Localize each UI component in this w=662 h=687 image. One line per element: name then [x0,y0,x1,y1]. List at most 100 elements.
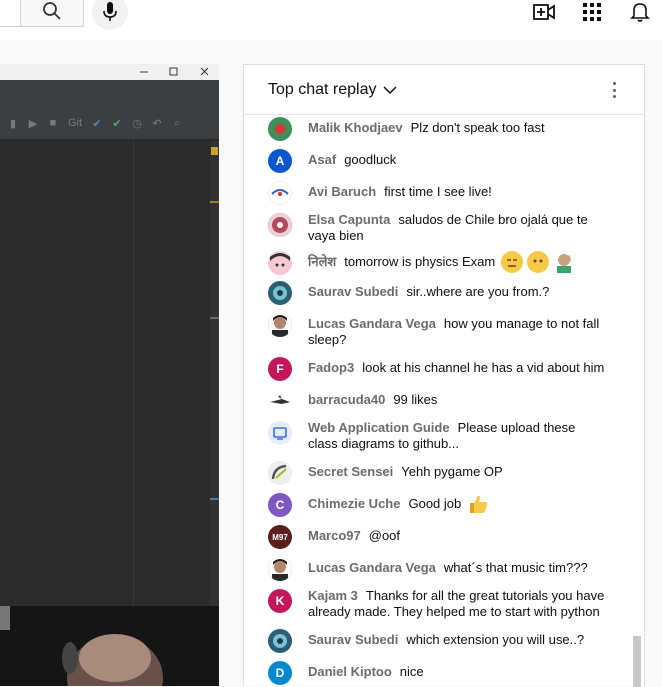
avatar[interactable]: K [268,589,292,613]
ide-scrollbar [210,141,219,606]
author-name[interactable]: Chimezie Uche [308,496,400,512]
chat-message: Malik Khodjaev Plz don't speak too fast [268,117,628,141]
avatar[interactable] [268,181,292,205]
message-text: Yehh pygame OP [401,464,503,479]
chat-message: Saurav Subedi which extension you will us… [268,629,628,653]
author-name[interactable]: निलेश [308,254,336,270]
chat-message: Lucas Gandara Vega how you manage to not … [268,313,628,348]
voice-search-button[interactable] [92,0,128,30]
chat-mode-selector-label[interactable]: Top chat replay [268,81,377,99]
message-text: tomorrow is physics Exam [344,254,496,269]
chat-message: D Daniel Kiptoo nice [268,661,628,685]
avatar[interactable]: M97 [268,525,292,549]
chat-message: निलेश tomorrow is physics Exam [268,249,628,275]
chat-message-list: Malik Khodjaev Plz don't speak too fast A… [244,115,630,687]
history-icon: ◷ [132,117,142,130]
ide-window-titlebar [0,64,219,80]
notifications-button[interactable] [628,2,652,26]
author-name[interactable]: Malik Khodjaev [308,120,403,135]
author-name[interactable]: Daniel Kiptoo [308,664,392,679]
search-input[interactable] [0,0,22,27]
top-bar [0,0,662,40]
message-text: which extension you will use..? [406,632,585,647]
avatar[interactable]: D [268,661,292,685]
create-button[interactable] [532,2,556,26]
author-name[interactable]: Lucas Gandara Vega [308,560,436,575]
chat-message: Saurav Subedi sir..where are you from.? [268,281,628,305]
message-text: sir..where are you from.? [406,284,550,299]
avatar[interactable] [268,213,292,237]
chat-message: F Fadop3 look at his channel he has a vid… [268,357,628,381]
ide-toolbar: ▮ ▶ ■ Git ✔ ✔ ◷ ↶ ⌕ [0,80,219,140]
stop-icon: ■ [49,117,57,129]
author-name[interactable]: Marco97 [308,528,361,543]
video-player[interactable]: ▮ ▶ ■ Git ✔ ✔ ◷ ↶ ⌕ [0,64,219,686]
chat-message: K Kajam 3 Thanks for all the great tutori… [268,585,628,620]
apps-button[interactable] [580,2,604,26]
chat-message: A Asaf goodluck [268,149,628,173]
run-icon: ▶ [28,117,38,130]
message-text: first time I see live! [384,184,492,199]
avatar[interactable] [268,251,292,275]
chat-scrollbar-thumb[interactable] [633,636,641,687]
author-name[interactable]: Elsa Capunta [308,212,390,227]
chat-header: Top chat replay [244,65,644,115]
avatar[interactable] [268,313,292,337]
avatar[interactable] [268,389,292,413]
message-text: @oof [368,528,401,543]
avatar[interactable]: A [268,149,292,173]
mic-icon [103,1,117,27]
commit-icon: ✔ [112,117,122,130]
avatar[interactable] [268,421,292,445]
message-text: 99 likes [393,392,438,407]
chat-scrollbar[interactable] [630,115,644,687]
message-text: goodluck [344,152,397,167]
toolbar-icon: ▮ [9,117,17,130]
author-name[interactable]: Saurav Subedi [308,284,398,299]
chat-message: Lucas Gandara Vega what´s that music tim?… [268,557,628,581]
search-button[interactable] [20,0,84,27]
avatar[interactable] [268,461,292,485]
avatar[interactable]: C [268,493,292,517]
avatar[interactable] [268,281,292,305]
git-icon: Git [67,117,83,129]
message-text: look at his channel he has a vid about h… [362,360,605,375]
avatar[interactable] [268,117,292,141]
author-name[interactable]: Fadop3 [308,360,354,375]
chat-message: Elsa Capunta saludos de Chile bro ojalá q… [268,209,628,244]
live-chat-panel: Top chat replay Malik Khodjaev Plz don't … [243,64,645,687]
author-name[interactable]: Lucas Gandara Vega [308,316,436,331]
expressionless-emoji-icon [501,251,524,273]
bell-icon [630,1,650,28]
author-name[interactable]: barracuda40 [308,392,385,407]
author-name[interactable]: Secret Sensei [308,464,393,479]
divider [133,141,134,606]
more-vert-icon[interactable] [606,81,622,99]
author-name[interactable]: Web Application Guide [308,420,450,435]
no-mouth-emoji-icon [527,251,550,273]
author-name[interactable]: Kajam 3 [308,588,358,603]
revert-icon: ↶ [152,117,162,130]
facepalm-emoji-icon [553,251,575,273]
update-icon: ✔ [92,117,102,130]
chat-message: Web Application Guide Please upload these… [268,417,628,452]
message-text: Good job [408,496,462,511]
create-video-icon [533,3,555,26]
chevron-down-icon[interactable] [382,85,397,95]
apps-grid-icon [583,2,601,26]
message-text: what´s that music tim??? [443,560,588,575]
webcam-overlay [0,606,219,686]
avatar[interactable] [268,629,292,653]
author-name[interactable]: Asaf [308,152,336,167]
avatar[interactable] [268,557,292,581]
ide-editor [0,141,210,606]
search-icon [42,1,62,26]
message-text: nice [399,664,424,679]
thumbs-up-emoji-icon [467,493,489,515]
chat-message: M97 Marco97 @oof [268,525,628,549]
avatar[interactable]: F [268,357,292,381]
chat-message: Avi Baruch first time I see live! [268,181,628,205]
author-name[interactable]: Avi Baruch [308,184,376,199]
message-text: Plz don't speak too fast [410,120,545,135]
author-name[interactable]: Saurav Subedi [308,632,398,647]
